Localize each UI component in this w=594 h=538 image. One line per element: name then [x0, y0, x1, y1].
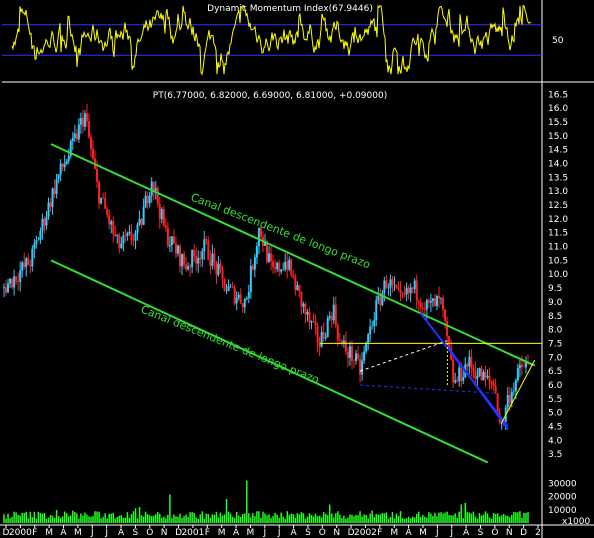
time-tick-label: A — [463, 528, 470, 538]
time-tick-label: 2002 — [354, 528, 377, 538]
volume-unit-label: x1000 — [562, 517, 591, 527]
price-tick-label: 16.5 — [548, 90, 568, 100]
time-tick-label: J — [262, 528, 266, 538]
time-tick-label: 2000 — [9, 528, 32, 538]
time-tick-label: S — [305, 528, 311, 538]
time-tick-label: 2 — [535, 528, 541, 538]
time-tick-label: J — [104, 528, 108, 538]
lower-channel-annotation: Canal descendente de longo prazo — [139, 303, 321, 387]
time-tick-label: O — [146, 528, 153, 538]
price-tick-label: 10.5 — [548, 256, 568, 266]
price-tick-label: 11.0 — [548, 243, 568, 253]
price-tick-label: 13.0 — [548, 187, 568, 197]
time-tick-label: M — [218, 528, 226, 538]
time-tick-label: A — [118, 528, 125, 538]
volume-tick-label: 20000 — [548, 493, 577, 503]
time-tick-label: A — [60, 528, 67, 538]
time-tick-label: M — [419, 528, 427, 538]
time-tick-label: M — [390, 528, 398, 538]
dashed-blue-line — [360, 384, 495, 394]
time-tick-label: D — [520, 528, 527, 538]
time-tick-label: 2001 — [181, 528, 204, 538]
price-tick-label: 12.0 — [548, 215, 568, 225]
time-tick-label: F — [205, 528, 210, 538]
price-tick-label: 6.0 — [548, 381, 563, 391]
price-tick-label: 12.5 — [548, 201, 568, 211]
price-tick-label: 11.5 — [548, 229, 568, 239]
time-tick-label: A — [290, 528, 297, 538]
time-tick-label: M — [45, 528, 53, 538]
price-tick-label: 4.0 — [548, 436, 563, 446]
upper-channel-annotation: Canal descendente de longo prazo — [189, 191, 372, 272]
wedge-lower-line — [446, 345, 509, 430]
price-tick-label: 14.5 — [548, 146, 568, 156]
time-tick-label: A — [233, 528, 240, 538]
price-tick-label: 3.5 — [548, 450, 562, 460]
price-tick-label: 9.0 — [548, 298, 563, 308]
volume-tick-label: 30000 — [548, 479, 577, 489]
time-tick-label: S — [133, 528, 139, 538]
time-tick-label: F — [377, 528, 382, 538]
time-tick-label: J — [449, 528, 453, 538]
volume-tick-label: 10000 — [548, 506, 577, 516]
indicator-title: Dynamic Momentum Index(67.9446) — [207, 4, 373, 14]
indicator-tick-label: 50 — [552, 36, 564, 46]
time-tick-label: M — [247, 528, 255, 538]
time-tick-label: O — [491, 528, 498, 538]
time-tick-label: N — [506, 528, 513, 538]
dashed-trend-line — [359, 340, 448, 372]
price-tick-label: 5.0 — [548, 409, 563, 419]
price-tick-label: 7.0 — [548, 353, 563, 363]
price-tick-label: 4.5 — [548, 422, 562, 432]
time-tick-label: J — [90, 528, 94, 538]
stock-chart: Dynamic Momentum Index(67.9446) 50 16.5 16.… — [0, 0, 594, 538]
time-tick-label: O — [319, 528, 326, 538]
price-tick-label: 6.5 — [548, 367, 562, 377]
time-tick-label: J — [435, 528, 439, 538]
chart-root: Dynamic Momentum Index(67.9446) 50 16.5 16.… — [0, 0, 594, 538]
price-tick-label: 16.0 — [548, 104, 568, 114]
time-tick-label: N — [333, 528, 340, 538]
time-tick-label: S — [478, 528, 484, 538]
price-tick-label: 8.0 — [548, 326, 563, 336]
price-tick-label: 5.5 — [548, 395, 562, 405]
dmi-line — [11, 4, 532, 76]
price-tick-label: 15.5 — [548, 118, 568, 128]
time-tick-label: M — [74, 528, 82, 538]
price-tick-label: 14.0 — [548, 160, 568, 170]
time-tick-label: J — [277, 528, 281, 538]
upper-channel-line — [50, 143, 536, 367]
price-tick-label: 7.5 — [548, 339, 562, 349]
time-tick-label: F — [32, 528, 37, 538]
price-tick-label: 10.0 — [548, 270, 568, 280]
time-tick-label: A — [406, 528, 413, 538]
price-tick-label: 15.0 — [548, 132, 568, 142]
price-tick-label: 13.5 — [548, 173, 568, 183]
price-tick-label: 8.5 — [548, 312, 562, 322]
price-tick-label: 9.5 — [548, 284, 562, 294]
price-title: PT(6.77000, 6.82000, 6.69000, 6.81000, +… — [153, 91, 387, 101]
time-tick-label: N — [161, 528, 168, 538]
